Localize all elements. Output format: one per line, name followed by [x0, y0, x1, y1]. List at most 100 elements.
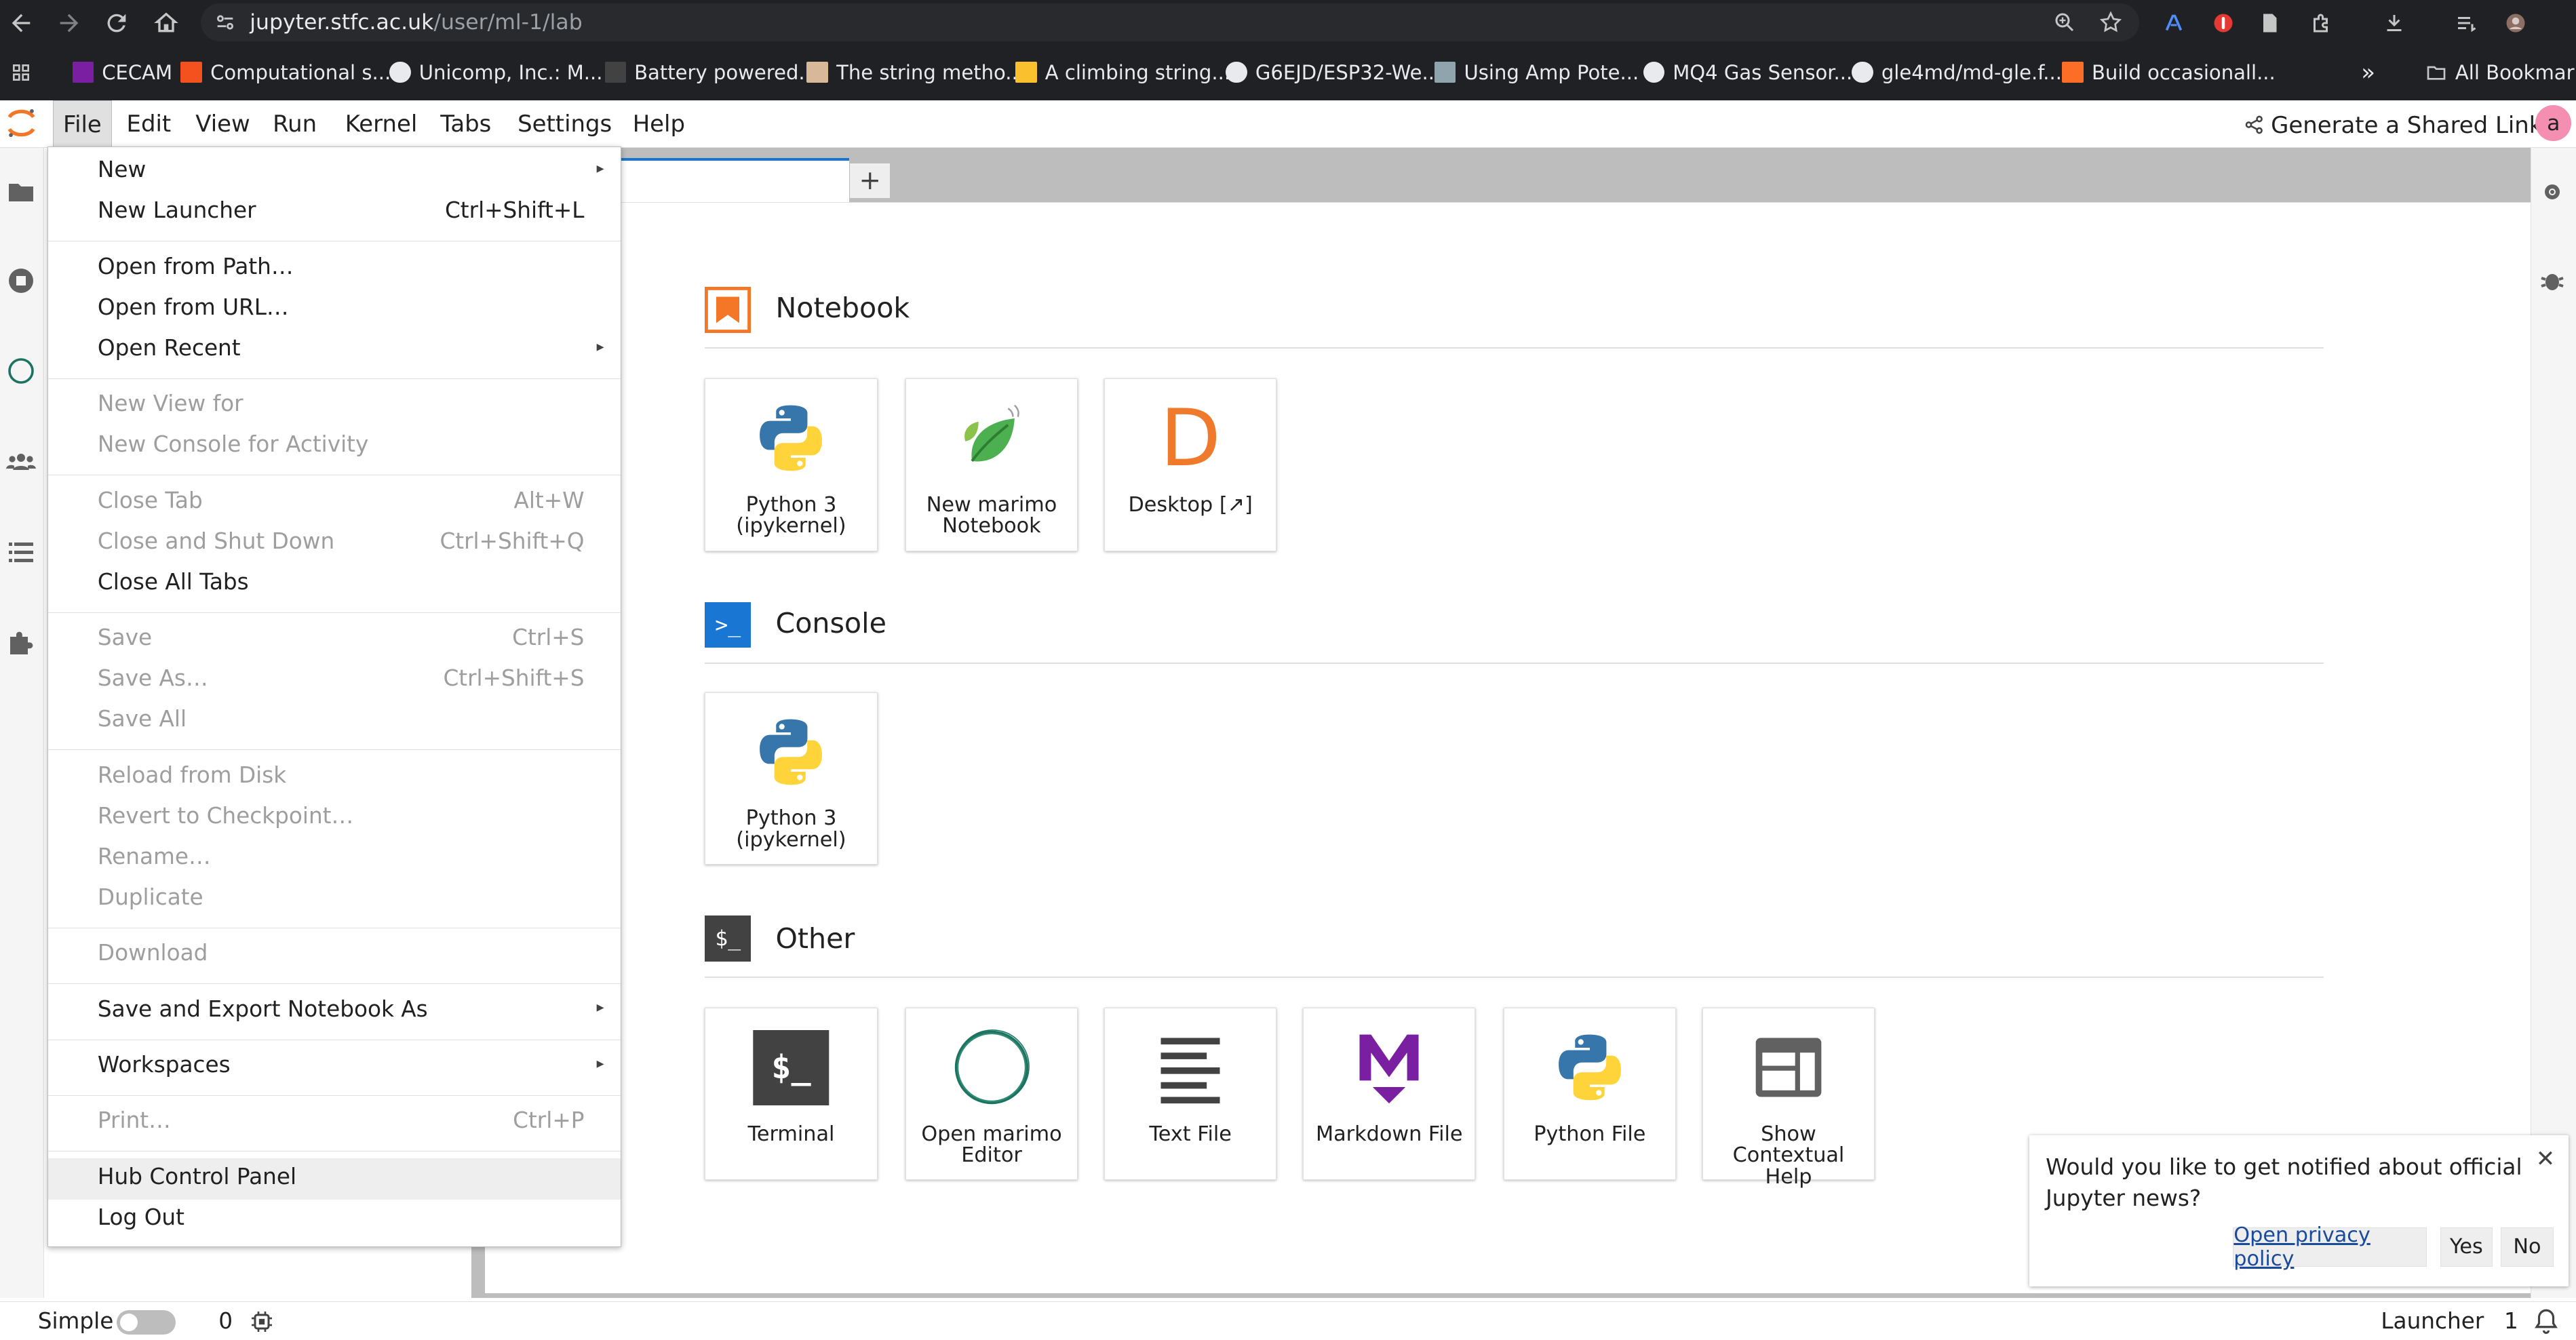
- running-kernels-stop-icon[interactable]: [3, 263, 39, 299]
- home-icon[interactable]: [148, 5, 184, 41]
- gitlab-icon: [2062, 61, 2084, 83]
- launcher-card-text-file[interactable]: Text File: [1104, 1008, 1277, 1181]
- file-browser-folder-icon[interactable]: [3, 174, 39, 210]
- file-menu-item-open-from-path[interactable]: Open from Path…: [48, 248, 620, 289]
- bookmark-item[interactable]: CECAM: [72, 59, 172, 85]
- file-menu-item-open-recent[interactable]: Open Recent ▸: [48, 330, 620, 370]
- downloads-icon[interactable]: [2376, 5, 2412, 41]
- right-sidebar: [2530, 148, 2576, 1298]
- menu-kernel[interactable]: Kernel: [335, 100, 427, 148]
- user-avatar[interactable]: a: [2535, 105, 2572, 142]
- bookmark-item[interactable]: Unicomp, Inc.: M...: [389, 59, 603, 85]
- bookmark-item[interactable]: Build occasionall...: [2062, 59, 2276, 85]
- section-title-other: Other: [775, 922, 855, 955]
- all-bookmarks-button[interactable]: All Bookmarks: [2425, 59, 2576, 85]
- reload-icon[interactable]: [98, 5, 134, 41]
- no-label: No: [2513, 1235, 2541, 1259]
- launcher-card-contextual-help[interactable]: Show Contextual Help: [1702, 1008, 1875, 1187]
- bookmark-item[interactable]: Computational s...: [180, 59, 391, 85]
- menu-file[interactable]: File: [52, 100, 113, 149]
- bookmark-label: gle4md/md-gle.f...: [1881, 60, 2063, 84]
- menu-item-label: Download: [97, 940, 208, 966]
- launcher-card-terminal[interactable]: $_ Terminal: [705, 1008, 878, 1181]
- launcher-card-marimo-notebook[interactable]: New marimo Notebook: [905, 378, 1078, 551]
- file-menu-item-log-out[interactable]: Log Out: [48, 1200, 620, 1240]
- new-launcher-tab-button[interactable]: +: [849, 162, 891, 199]
- file-menu-item-download: Download: [48, 935, 620, 976]
- kernel-count: 0: [218, 1308, 233, 1335]
- menu-label: View: [195, 111, 250, 138]
- launcher-card-markdown-file[interactable]: Markdown File: [1303, 1008, 1476, 1181]
- bookmark-item[interactable]: The string metho...: [806, 59, 1024, 85]
- launcher-card-python3-console[interactable]: Python 3 (ipykernel): [705, 692, 878, 865]
- launcher-card-python-file[interactable]: Python File: [1503, 1008, 1677, 1181]
- extension-manager-puzzle-icon[interactable]: [3, 625, 39, 661]
- zoom-icon[interactable]: [2052, 10, 2077, 35]
- file-menu-item-new-launcher[interactable]: New Launcher Ctrl+Shift+L: [48, 193, 620, 233]
- extensions-puzzle-icon[interactable]: [2303, 5, 2339, 41]
- favicon-icon: [180, 61, 202, 83]
- reading-list-icon[interactable]: [2448, 5, 2484, 41]
- menu-label: Kernel: [345, 111, 418, 138]
- card-label: Terminal: [747, 1122, 835, 1146]
- apps-grid-icon[interactable]: [10, 59, 32, 85]
- file-menu-item-revert-to-checkpoint: Revert to Checkpoint…: [48, 797, 620, 838]
- menu-help[interactable]: Help: [623, 100, 695, 148]
- share-link-button[interactable]: Generate a Shared Link: [2243, 109, 2542, 141]
- close-icon[interactable]: ✕: [2536, 1145, 2555, 1172]
- menu-settings[interactable]: Settings: [508, 100, 622, 148]
- bookmark-label: Battery powered...: [634, 60, 818, 84]
- back-icon[interactable]: [3, 5, 39, 41]
- bookmark-star-icon[interactable]: [2099, 10, 2123, 35]
- file-menu-item-close-and-shut-down: Close and Shut Down Ctrl+Shift+Q: [48, 523, 620, 564]
- bookmarks-overflow-button[interactable]: »: [2361, 59, 2375, 85]
- extension-a-icon[interactable]: [2155, 5, 2191, 41]
- file-menu-item-save-and-export-notebook-as[interactable]: Save and Export Notebook As ▸: [48, 991, 620, 1031]
- collaborators-icon[interactable]: [3, 444, 39, 479]
- no-button[interactable]: No: [2501, 1227, 2554, 1267]
- menu-item-shortcut: Alt+W: [513, 487, 585, 513]
- marimo-circle-icon[interactable]: [3, 353, 39, 389]
- menu-view[interactable]: View: [186, 100, 260, 148]
- extension-shield-icon[interactable]: [2205, 5, 2241, 41]
- favicon-icon: [1643, 61, 1665, 83]
- bookmark-item[interactable]: Using Amp Pote...: [1434, 59, 1639, 85]
- profile-avatar[interactable]: [2497, 5, 2533, 41]
- extension-doc-icon[interactable]: [2251, 5, 2287, 41]
- file-menu-item-hub-control-panel[interactable]: Hub Control Panel: [48, 1158, 621, 1200]
- launcher-card-desktop[interactable]: D Desktop [↗]: [1104, 378, 1277, 551]
- menu-item-label: New View for: [97, 391, 243, 417]
- bookmark-item[interactable]: A climbing string...: [1015, 59, 1230, 85]
- kernel-status-gear-icon[interactable]: [248, 1308, 275, 1340]
- launcher-card-python3-notebook[interactable]: Python 3 (ipykernel): [705, 378, 878, 551]
- menu-edit[interactable]: Edit: [117, 100, 181, 148]
- address-bar[interactable]: jupyter.stfc.ac.uk/user/ml-1/lab: [200, 3, 2140, 41]
- file-menu-item-open-from-url[interactable]: Open from URL…: [48, 289, 620, 330]
- text-file-icon: [1148, 1025, 1233, 1110]
- forward-icon[interactable]: [51, 5, 87, 41]
- menu-tabs[interactable]: Tabs: [431, 100, 501, 148]
- all-bookmarks-label: All Bookmarks: [2455, 60, 2576, 84]
- bookmark-item[interactable]: gle4md/md-gle.f...: [1852, 59, 2062, 85]
- launcher-card-marimo-editor[interactable]: Open marimo Editor: [905, 1008, 1078, 1181]
- file-menu-item-workspaces[interactable]: Workspaces ▸: [48, 1047, 620, 1088]
- menu-run[interactable]: Run: [263, 100, 327, 148]
- site-settings-icon[interactable]: [214, 11, 237, 34]
- news-notification: Would you like to get notified about off…: [2029, 1135, 2569, 1286]
- bookmark-item[interactable]: G6EJD/ESP32-We...: [1226, 59, 1441, 85]
- yes-button[interactable]: Yes: [2440, 1227, 2493, 1267]
- property-inspector-gears-icon[interactable]: [2535, 174, 2571, 210]
- menu-item-shortcut: Ctrl+P: [513, 1107, 585, 1134]
- debugger-bug-icon[interactable]: [2535, 263, 2571, 299]
- bookmark-item[interactable]: MQ4 Gas Sensor...: [1643, 59, 1852, 85]
- bookmark-item[interactable]: Battery powered...: [604, 59, 818, 85]
- simple-mode-toggle[interactable]: [117, 1309, 176, 1335]
- notification-bell-icon[interactable]: [2532, 1307, 2560, 1340]
- table-of-contents-icon[interactable]: [3, 534, 39, 570]
- privacy-policy-link[interactable]: Open privacy policy: [2233, 1223, 2427, 1271]
- user-initial: a: [2547, 111, 2560, 136]
- file-menu-item-close-tab: Close Tab Alt+W: [48, 482, 620, 523]
- menu-item-label: Close All Tabs: [97, 568, 249, 595]
- file-menu-item-new[interactable]: New ▸: [48, 152, 620, 193]
- file-menu-item-close-all-tabs[interactable]: Close All Tabs: [48, 564, 620, 604]
